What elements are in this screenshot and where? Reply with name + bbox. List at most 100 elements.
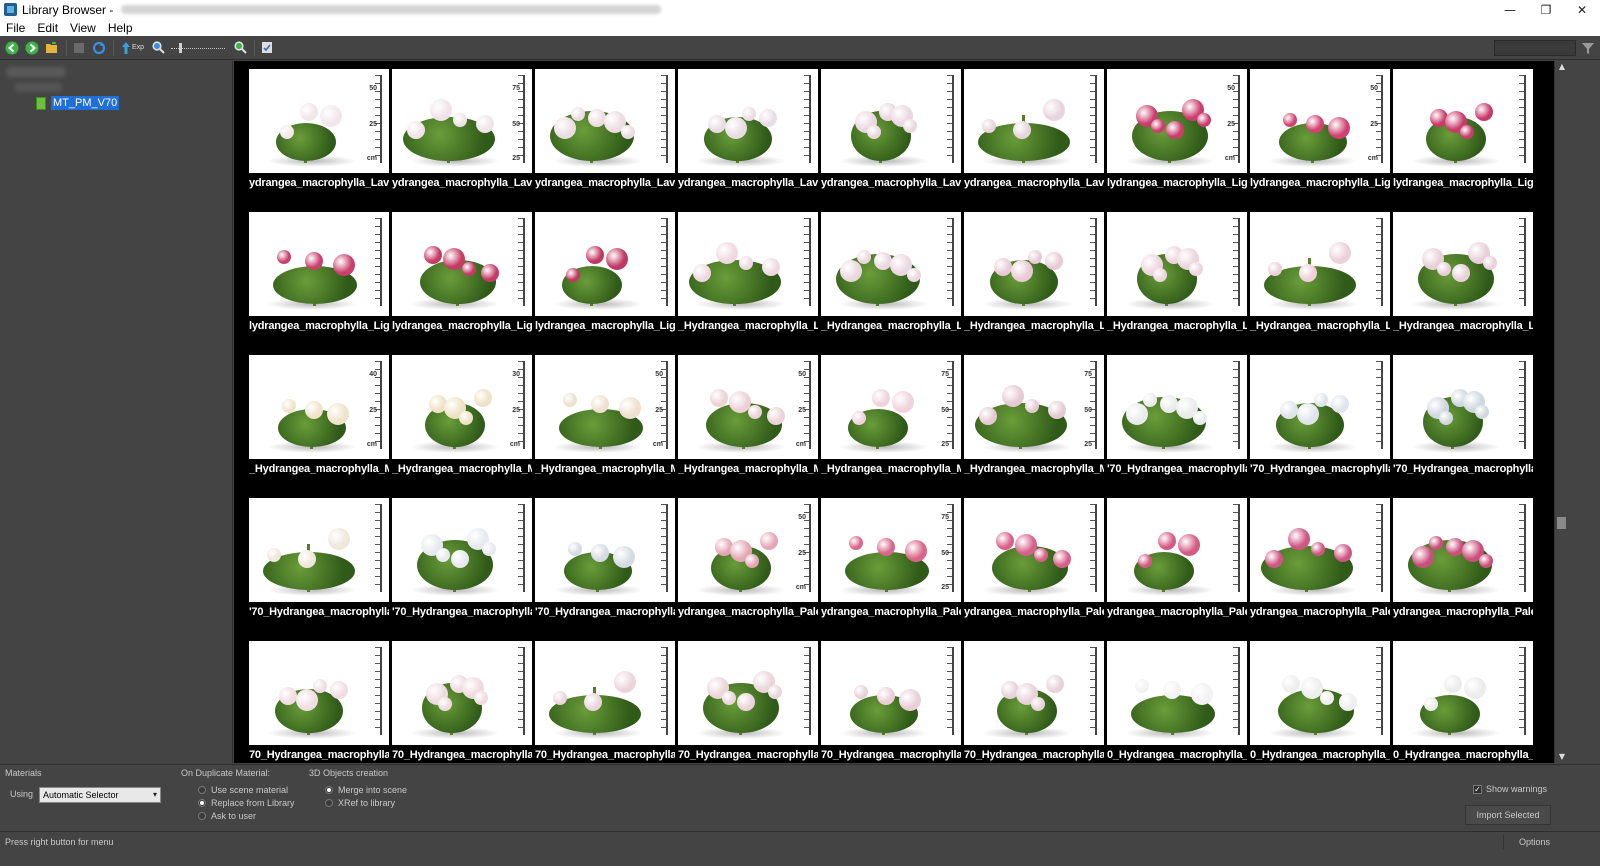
export-icon[interactable]: Exp: [117, 39, 147, 57]
checklist-icon[interactable]: [258, 39, 276, 57]
thumbnail-item[interactable]: '70_Hydrangea_macrophylla_N: [535, 498, 675, 641]
thumbnail-item[interactable]: _Hydrangea_macrophylla_Ligh: [964, 212, 1104, 355]
radio-ask-to-user[interactable]: Ask to user: [198, 811, 256, 821]
menu-help[interactable]: Help: [102, 21, 139, 35]
radio-xref-to-library[interactable]: XRef to library: [325, 798, 395, 808]
thumbnail-item[interactable]: ydrangea_macrophylla_PaleVi: [964, 498, 1104, 641]
options-button[interactable]: Options: [1503, 835, 1565, 849]
radio-merge-into-scene[interactable]: Merge into scene: [325, 785, 407, 795]
thumbnail-item[interactable]: 70_Hydrangea_macrophylla_P: [821, 641, 961, 763]
filter-icon[interactable]: [1581, 41, 1595, 55]
thumbnail-item[interactable]: '70_Hydrangea_macrophylla_N: [1393, 355, 1533, 498]
thumbnail-item[interactable]: ydrangea_macrophylla_PaleVi: [1393, 498, 1533, 641]
thumbnail-item[interactable]: 70_Hydrangea_macrophylla_P: [535, 641, 675, 763]
thumbnail-item[interactable]: 30 25 cm _Hydrangea_macrophylla_Misty: [392, 355, 532, 498]
thumbnail-item[interactable]: 50 25 cm lydrangea_macrophylla_Light(: [1107, 69, 1247, 212]
tree-item-selected[interactable]: MT_PM_V70: [24, 96, 120, 110]
back-icon[interactable]: [3, 39, 21, 57]
flower-head: [481, 542, 496, 556]
flower-head: [1339, 693, 1357, 711]
menu-edit[interactable]: Edit: [31, 21, 64, 35]
minimize-button[interactable]: —: [1492, 0, 1528, 19]
refresh-icon[interactable]: [90, 39, 108, 57]
height-ruler: [1095, 647, 1097, 735]
thumbnail-item[interactable]: lydrangea_macrophylla_Light(: [1393, 69, 1533, 212]
save-icon[interactable]: [70, 39, 88, 57]
ruler-label: 25: [369, 121, 377, 128]
close-button[interactable]: ✕: [1564, 0, 1600, 19]
scroll-up-icon[interactable]: ▲: [1555, 61, 1569, 73]
height-ruler: [1238, 218, 1240, 306]
scroll-down-icon[interactable]: ▼: [1555, 751, 1569, 763]
thumbnail-item[interactable]: ydrangea_macrophylla_Lavend: [535, 69, 675, 212]
plant-preview-image: [821, 69, 961, 173]
zoom-slider-thumb[interactable]: [179, 42, 182, 53]
thumbnail-item[interactable]: '70_Hydrangea_macrophylla_N: [1250, 355, 1390, 498]
thumbnail-item[interactable]: 50 25 cm ydrangea_macrophylla_PaleVi: [678, 498, 818, 641]
open-folder-icon[interactable]: [43, 39, 61, 57]
thumbnail-item[interactable]: 70_Hydrangea_macrophylla_P: [678, 641, 818, 763]
thumbnail-label: lydrangea_macrophylla_Light(: [392, 320, 532, 332]
maximize-button[interactable]: ❐: [1528, 0, 1564, 19]
thumbnail-item[interactable]: _Hydrangea_macrophylla_Ligh: [1250, 212, 1390, 355]
height-ruler: [1095, 361, 1097, 449]
thumbnail-item[interactable]: 0_Hydrangea_macrophylla_Th: [1250, 641, 1390, 763]
thumbnail-item[interactable]: _Hydrangea_macrophylla_Ligh: [1107, 212, 1247, 355]
radio-use-scene-material[interactable]: Use scene material: [198, 785, 288, 795]
thumbnail-item[interactable]: 75 50 25 _Hydrangea_macrophylla_Misty: [821, 355, 961, 498]
thumbnail-item[interactable]: 70_Hydrangea_macrophylla_P: [249, 641, 389, 763]
thumbnail-label: 70_Hydrangea_macrophylla_P: [678, 749, 818, 761]
zoom-slider[interactable]: [169, 39, 227, 57]
thumbnail-label: 0_Hydrangea_macrophylla_Th: [1250, 749, 1390, 761]
show-warnings-checkbox[interactable]: ✓ Show warnings: [1473, 784, 1547, 794]
import-selected-button[interactable]: Import Selected: [1465, 805, 1551, 825]
thumbnail-item[interactable]: '70_Hydrangea_macrophylla_N: [1107, 355, 1247, 498]
height-ruler: [523, 218, 525, 306]
thumbnail-item[interactable]: 70_Hydrangea_macrophylla_P: [392, 641, 532, 763]
menu-view[interactable]: View: [64, 21, 102, 35]
ruler-label: 75: [941, 514, 949, 521]
thumbnail-item[interactable]: 75 50 25 ydrangea_macrophylla_Lavend: [392, 69, 532, 212]
thumbnail-item[interactable]: 50 25 cm ydrangea_macrophylla_Lavend: [249, 69, 389, 212]
thumbnail-item[interactable]: 0_Hydrangea_macrophylla_Th: [1107, 641, 1247, 763]
thumbnail-item[interactable]: '70_Hydrangea_macrophylla_N: [249, 498, 389, 641]
thumbnail-item[interactable]: 50 25 cm lydrangea_macrophylla_Light(: [1250, 69, 1390, 212]
thumbnail-item[interactable]: '70_Hydrangea_macrophylla_N: [392, 498, 532, 641]
thumbnail-item[interactable]: _Hydrangea_macrophylla_Ligh: [678, 212, 818, 355]
thumbnail-item[interactable]: _Hydrangea_macrophylla_Ligh: [821, 212, 961, 355]
radio-replace-from-library[interactable]: Replace from Library: [198, 798, 295, 808]
thumbnail-item[interactable]: lydrangea_macrophylla_Light(: [535, 212, 675, 355]
zoom-in-icon[interactable]: [231, 39, 249, 57]
thumbnail-item[interactable]: ydrangea_macrophylla_Lavend: [821, 69, 961, 212]
forward-icon[interactable]: [23, 39, 41, 57]
scrollbar-thumb[interactable]: [1557, 517, 1566, 529]
thumbnail-item[interactable]: ydrangea_macrophylla_Lavend: [678, 69, 818, 212]
thumbnail-item[interactable]: 0_Hydrangea_macrophylla_Th: [1393, 641, 1533, 763]
thumbnail-item[interactable]: 50 25 cm _Hydrangea_macrophylla_Misty: [535, 355, 675, 498]
thumbnail-item[interactable]: 75 50 25 _Hydrangea_macrophylla_Misty: [964, 355, 1104, 498]
thumbnail-item[interactable]: _Hydrangea_macrophylla_Ligh: [1393, 212, 1533, 355]
thumbnail-item[interactable]: ydrangea_macrophylla_Lavend: [964, 69, 1104, 212]
thumbnail-item[interactable]: 40 25 cm _Hydrangea_macrophylla_Misty: [249, 355, 389, 498]
thumbnail-item[interactable]: 70_Hydrangea_macrophylla_P: [964, 641, 1104, 763]
thumbnail-item[interactable]: ydrangea_macrophylla_PaleVi: [1107, 498, 1247, 641]
thumbnail-item[interactable]: 50 25 cm _Hydrangea_macrophylla_Misty: [678, 355, 818, 498]
thumbnail-item[interactable]: lydrangea_macrophylla_Light(: [392, 212, 532, 355]
flower-head: [1314, 393, 1328, 407]
flower-head: [1298, 264, 1317, 282]
material-selector-dropdown[interactable]: Automatic Selector ▾: [39, 787, 161, 803]
search-input[interactable]: [1494, 40, 1576, 56]
thumbnail-label: ydrangea_macrophylla_Lavend: [821, 177, 961, 189]
flower-head: [892, 391, 914, 413]
menu-file[interactable]: File: [0, 21, 31, 35]
plant-preview-image: 50 25 cm: [678, 355, 818, 459]
height-ruler: [1381, 75, 1383, 163]
thumbnail-item[interactable]: 75 50 25 ydrangea_macrophylla_PaleVi: [821, 498, 961, 641]
height-ruler: [952, 647, 954, 735]
zoom-out-icon[interactable]: [149, 39, 167, 57]
materials-group-title: Materials: [5, 768, 42, 778]
thumbnail-item[interactable]: lydrangea_macrophylla_Light(: [249, 212, 389, 355]
vertical-scrollbar[interactable]: ▲ ▼: [1554, 61, 1568, 763]
thumbnail-item[interactable]: ydrangea_macrophylla_PaleVi: [1250, 498, 1390, 641]
flower-head: [305, 252, 323, 270]
